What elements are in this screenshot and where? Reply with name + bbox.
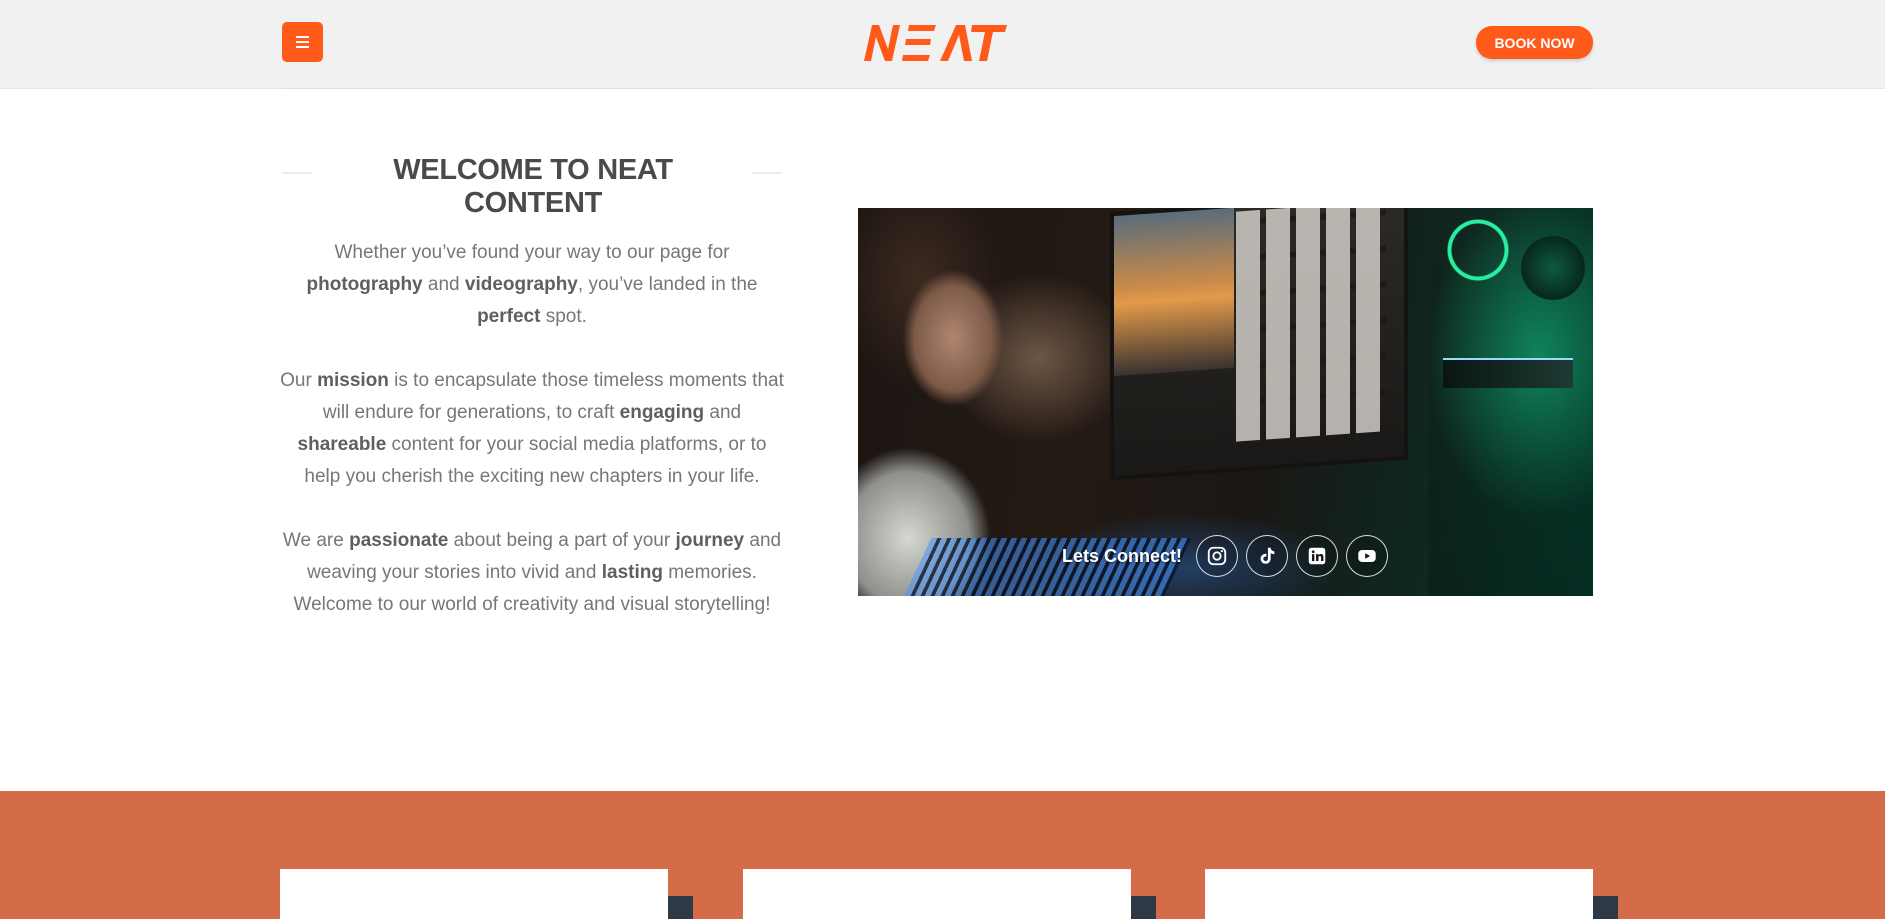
body-text: spot. — [540, 306, 587, 327]
emphasis-text: videography — [464, 274, 578, 295]
photo-monitor-gallery — [1236, 208, 1386, 442]
service-card[interactable] — [743, 869, 1131, 919]
hamburger-icon — [296, 36, 309, 38]
service-card-accent — [1593, 896, 1618, 919]
photo-pc — [1428, 208, 1593, 596]
emphasis-text: perfect — [477, 306, 541, 327]
emphasis-text: lasting — [601, 562, 663, 583]
emphasis-text: engaging — [619, 402, 705, 423]
header-divider — [282, 88, 1593, 89]
photo-monitor-wallpaper — [1114, 208, 1234, 377]
welcome-paragraph: Our mission is to encapsulate those time… — [278, 365, 786, 493]
service-card-accent — [668, 896, 693, 919]
body-text: and — [704, 402, 742, 423]
welcome-copy: Whether you’ve found your way to our pag… — [278, 237, 786, 653]
connect-label: Lets Connect! — [1062, 545, 1183, 566]
linkedin-icon — [1308, 547, 1326, 565]
instagram-link[interactable] — [1196, 535, 1239, 577]
welcome-paragraph: We are passionate about being a part of … — [278, 525, 786, 621]
emphasis-text: shareable — [297, 434, 387, 455]
body-text: We are — [282, 530, 350, 551]
body-text: , you’ve landed in the — [577, 274, 758, 295]
tiktok-link[interactable] — [1246, 535, 1289, 577]
instagram-icon — [1207, 546, 1227, 566]
tiktok-icon — [1260, 547, 1275, 564]
menu-button[interactable] — [282, 22, 323, 62]
hamburger-icon-bar — [296, 41, 309, 43]
body-text: and — [422, 274, 465, 295]
emphasis-text: journey — [675, 530, 745, 551]
site-logo[interactable] — [860, 18, 1010, 68]
linkedin-link[interactable] — [1296, 535, 1339, 577]
hamburger-icon-bar — [296, 46, 309, 48]
emphasis-text: mission — [317, 370, 389, 391]
youtube-link[interactable] — [1346, 535, 1389, 577]
body-text: about being a part of your — [448, 530, 676, 551]
welcome-heading: WELCOME TO NEAT CONTENT — [282, 150, 784, 219]
social-connect: Lets Connect! — [1062, 534, 1396, 578]
welcome-paragraph: Whether you’ve found your way to our pag… — [278, 237, 786, 333]
photo-gpu — [1443, 358, 1573, 388]
body-text: Our — [280, 370, 318, 391]
youtube-icon — [1358, 550, 1376, 562]
section-title: WELCOME TO NEAT CONTENT — [393, 154, 673, 219]
emphasis-text: photography — [306, 274, 423, 295]
heading-line-right — [752, 172, 782, 174]
service-card[interactable] — [1205, 869, 1593, 919]
heading-line-left — [282, 172, 312, 174]
service-card[interactable] — [280, 869, 668, 919]
photo-monitor — [1110, 208, 1408, 481]
service-card-accent — [1131, 896, 1156, 919]
emphasis-text: passionate — [349, 530, 449, 551]
book-now-button[interactable]: BOOK NOW — [1476, 26, 1593, 59]
body-text: Whether you’ve found your way to our pag… — [334, 242, 730, 263]
site-header: BOOK NOW — [0, 0, 1885, 89]
